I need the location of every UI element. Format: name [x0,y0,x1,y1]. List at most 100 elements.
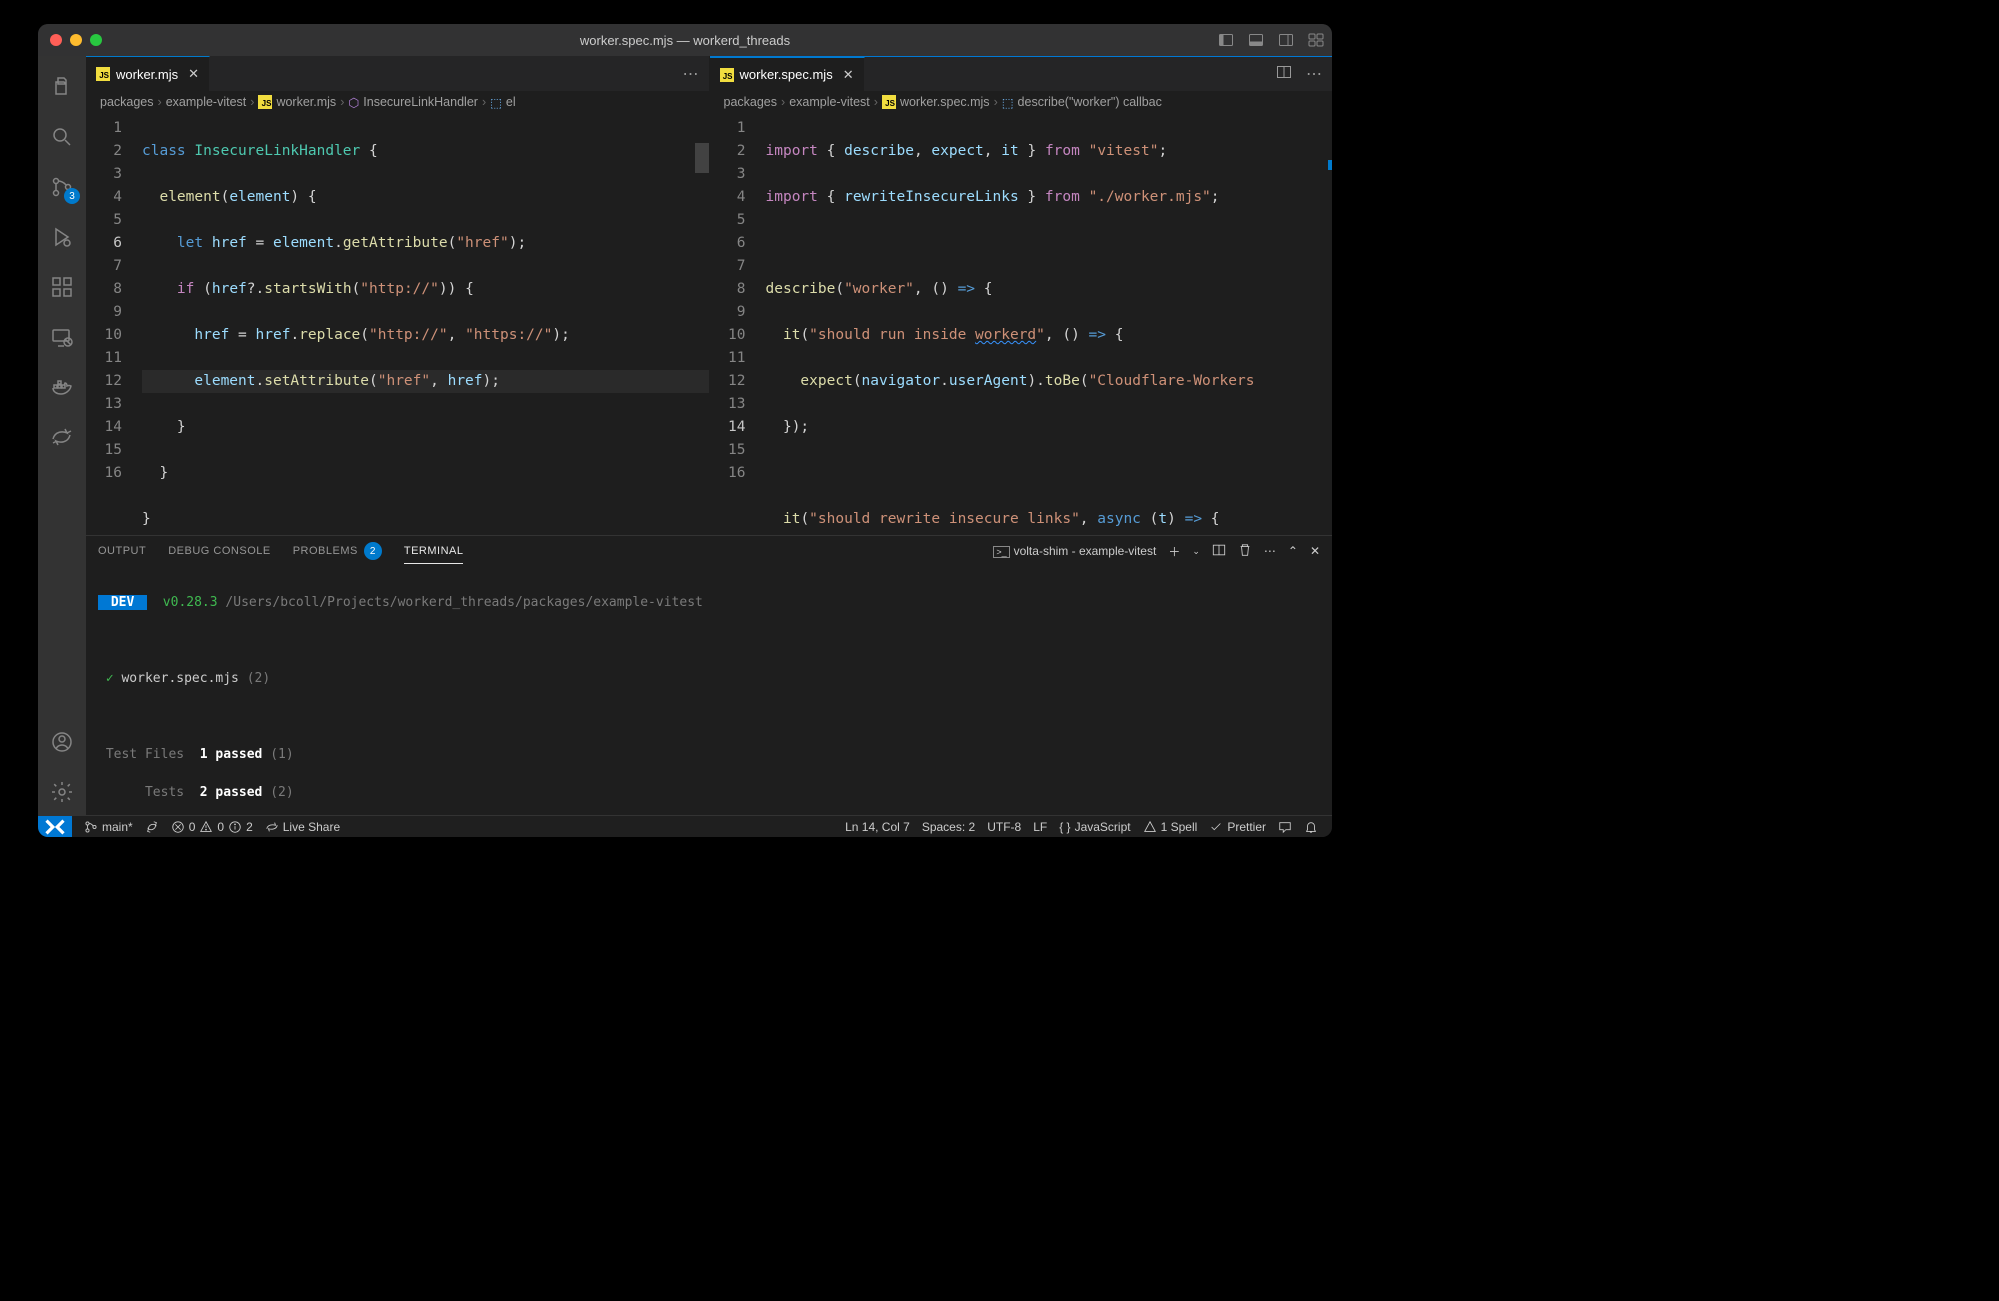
breadcrumb-segment[interactable]: describe("worker") callbac [1018,95,1162,109]
code-text-left[interactable]: class InsecureLinkHandler { element(elem… [142,113,709,535]
line-number: 5 [710,209,746,232]
layout-controls [1218,32,1324,48]
tab-worker-spec[interactable]: JS worker.spec.mjs ✕ [710,57,865,91]
editor-group-left: JS worker.mjs ✕ ⋯ packages › example-vit… [86,56,710,535]
breadcrumb-segment[interactable]: InsecureLinkHandler [363,95,478,109]
line-number: 14 [86,416,122,439]
source-control-icon[interactable]: 3 [38,164,86,210]
breadcrumb-left[interactable]: packages › example-vitest › JS worker.mj… [86,91,709,113]
close-tab-icon[interactable]: ✕ [843,67,854,83]
line-number: 8 [710,278,746,301]
terminal-shell-label[interactable]: >_volta-shim - example-vitest [993,544,1156,558]
line-number: 13 [86,393,122,416]
breadcrumb-segment[interactable]: example-vitest [166,95,247,109]
close-panel-icon[interactable]: ✕ [1310,544,1320,558]
breadcrumb-right[interactable]: packages › example-vitest › JS worker.sp… [710,91,1333,113]
terminal-dropdown-icon[interactable]: ⌄ [1192,546,1200,557]
tests-count: (2) [270,785,293,800]
tab-worker-mjs[interactable]: JS worker.mjs ✕ [86,56,210,91]
method-symbol-icon: ⬚ [1002,95,1014,110]
run-debug-icon[interactable] [38,214,86,260]
code-editor-left[interactable]: 1 2 3 4 5 6 7 8 9 10 11 12 13 [86,113,709,535]
line-number: 3 [86,163,122,186]
search-icon[interactable] [38,114,86,160]
more-actions-icon[interactable]: ⋯ [1306,64,1322,84]
line-number: 9 [710,301,746,324]
new-terminal-icon[interactable]: ＋ [1168,543,1180,560]
js-file-icon: JS [96,67,110,81]
kill-terminal-icon[interactable] [1238,543,1252,560]
layout-primary-side-icon[interactable] [1218,32,1234,48]
breadcrumb-segment[interactable]: worker.mjs [276,95,336,109]
settings-gear-icon[interactable] [38,769,86,815]
method-symbol-icon: ⬚ [490,95,502,110]
panel-tab-problems[interactable]: PROBLEMS 2 [293,542,382,560]
live-share-indicator[interactable]: Live Share [259,820,346,834]
remote-explorer-icon[interactable] [38,314,86,360]
workbench-body: 3 JS worker.mjs ✕ [38,56,1332,815]
split-editor-icon[interactable] [1276,64,1292,85]
prettier-indicator[interactable]: Prettier [1203,820,1272,834]
branch-indicator[interactable]: main* [78,820,139,834]
panel-more-icon[interactable]: ⋯ [1264,544,1276,558]
minimize-window-icon[interactable] [70,34,82,46]
code-text-right[interactable]: import { describe, expect, it } from "vi… [766,113,1333,535]
line-number: 10 [710,324,746,347]
problems-indicator[interactable]: 0 0 2 [165,820,259,834]
docker-icon[interactable] [38,364,86,410]
code-editor-right[interactable]: 1 2 3 4 5 6 7 8 9 10 11 12 13 [710,113,1333,535]
extensions-icon[interactable] [38,264,86,310]
vscode-window: worker.spec.mjs — workerd_threads 3 [38,24,1332,837]
share-icon[interactable] [38,414,86,460]
line-number: 15 [710,439,746,462]
maximize-panel-icon[interactable]: ⌃ [1288,544,1298,558]
more-actions-icon[interactable]: ⋯ [683,64,699,84]
panel-tab-output[interactable]: OUTPUT [98,545,146,557]
breadcrumb-segment[interactable]: el [506,95,516,109]
terminal-output[interactable]: DEV v0.28.3 /Users/bcoll/Projects/worker… [86,566,1332,815]
tab-actions-left: ⋯ [673,56,709,91]
spell-indicator[interactable]: 1 Spell [1137,820,1204,834]
tab-label: worker.spec.mjs [740,67,833,82]
explorer-icon[interactable] [38,64,86,110]
cursor-position[interactable]: Ln 14, Col 7 [839,820,916,834]
notifications-icon[interactable] [1298,820,1324,834]
line-number: 9 [86,301,122,324]
titlebar: worker.spec.mjs — workerd_threads [38,24,1332,56]
language-mode-indicator[interactable]: { } JavaScript [1053,820,1136,834]
check-icon: ✓ [106,671,114,686]
line-number: 5 [86,209,122,232]
line-number: 7 [710,255,746,278]
eol-indicator[interactable]: LF [1027,820,1053,834]
line-number: 2 [710,140,746,163]
breadcrumb-segment[interactable]: packages [724,95,778,109]
tests-passed: 2 passed [200,785,263,800]
line-number: 3 [710,163,746,186]
panel-tab-terminal[interactable]: TERMINAL [404,545,464,564]
indentation-indicator[interactable]: Spaces: 2 [916,820,981,834]
fullscreen-window-icon[interactable] [90,34,102,46]
activity-bar: 3 [38,56,86,815]
status-bar: main* 0 0 2 Live Share Ln 14, Col 7 Spac… [38,815,1332,837]
scrollbar-overview[interactable] [695,143,709,173]
test-files-passed: 1 passed [200,747,263,762]
breadcrumb-segment[interactable]: packages [100,95,154,109]
tests-label: Tests [145,785,184,800]
layout-panel-icon[interactable] [1248,32,1264,48]
close-window-icon[interactable] [50,34,62,46]
close-tab-icon[interactable]: ✕ [188,66,199,82]
line-number: 12 [86,370,122,393]
panel-tab-debug-console[interactable]: DEBUG CONSOLE [168,545,270,557]
line-number: 15 [86,439,122,462]
feedback-icon[interactable] [1272,820,1298,834]
line-number: 4 [86,186,122,209]
split-terminal-icon[interactable] [1212,543,1226,560]
layout-customize-icon[interactable] [1308,32,1324,48]
accounts-icon[interactable] [38,719,86,765]
remote-indicator[interactable] [38,816,72,838]
sync-indicator[interactable] [139,820,165,834]
layout-secondary-side-icon[interactable] [1278,32,1294,48]
breadcrumb-segment[interactable]: worker.spec.mjs [900,95,990,109]
encoding-indicator[interactable]: UTF-8 [981,820,1027,834]
breadcrumb-segment[interactable]: example-vitest [789,95,870,109]
